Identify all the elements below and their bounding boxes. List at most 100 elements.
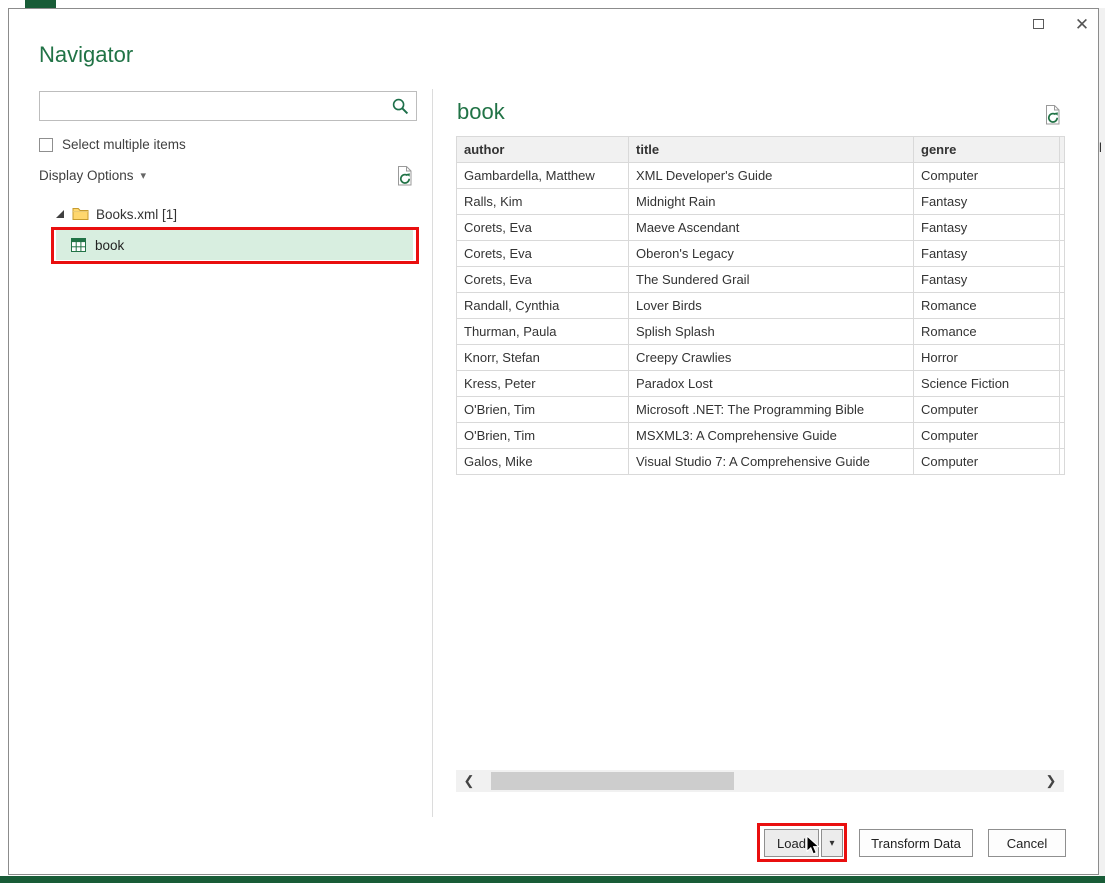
clipped-background-text: l <box>1099 140 1102 155</box>
table-cell: Thurman, Paula <box>456 318 629 345</box>
table-cell-clipped <box>1059 266 1065 293</box>
table-cell: Fantasy <box>913 214 1060 241</box>
select-multiple-label: Select multiple items <box>62 137 186 152</box>
table-cell: Visual Studio 7: A Comprehensive Guide <box>628 448 914 475</box>
expand-triangle-icon[interactable] <box>55 209 65 219</box>
tree-item-book[interactable]: book <box>56 230 413 260</box>
table-cell-clipped <box>1059 162 1065 189</box>
table-cell: Splish Splash <box>628 318 914 345</box>
table-cell: Corets, Eva <box>456 214 629 241</box>
preview-table-body: Gambardella, Matthew XML Developer's Guid… <box>456 162 1065 475</box>
select-multiple-row[interactable]: Select multiple items <box>39 137 186 152</box>
table-cell: Paradox Lost <box>628 370 914 397</box>
table-cell: Fantasy <box>913 266 1060 293</box>
table-cell: Romance <box>913 292 1060 319</box>
preview-title: book <box>457 99 505 124</box>
chevron-down-icon: ▾ <box>829 837 835 849</box>
table-row: Corets, Eva Oberon's Legacy Fantasy <box>456 240 1065 267</box>
table-cell: Ralls, Kim <box>456 188 629 215</box>
table-cell: Maeve Ascendant <box>628 214 914 241</box>
table-row: O'Brien, Tim MSXML3: A Comprehensive Guid… <box>456 422 1065 449</box>
table-cell: Midnight Rain <box>628 188 914 215</box>
table-row: Thurman, Paula Splish Splash Romance <box>456 318 1065 345</box>
preview-table: author title genre Gambardella, Matthew XML… <box>456 136 1065 475</box>
horizontal-scrollbar[interactable]: ❮ ❯ <box>456 770 1064 792</box>
table-cell-clipped <box>1059 422 1065 449</box>
table-row: O'Brien, Tim Microsoft .NET: The Programm… <box>456 396 1065 423</box>
table-cell: Fantasy <box>913 188 1060 215</box>
table-row: Ralls, Kim Midnight Rain Fantasy <box>456 188 1065 215</box>
table-cell-clipped <box>1059 344 1065 371</box>
preview-refresh-icon[interactable] <box>1043 104 1063 126</box>
table-cell: Corets, Eva <box>456 240 629 267</box>
table-row: Kress, Peter Paradox Lost Science Fiction <box>456 370 1065 397</box>
load-button[interactable]: Load <box>764 829 819 857</box>
close-button[interactable]: ✕ <box>1067 11 1097 37</box>
table-cell-clipped <box>1059 448 1065 475</box>
load-dropdown-button[interactable]: ▾ <box>821 829 843 857</box>
maximize-button[interactable] <box>1023 11 1053 37</box>
table-cell: The Sundered Grail <box>628 266 914 293</box>
transform-data-button[interactable]: Transform Data <box>859 829 973 857</box>
table-cell: O'Brien, Tim <box>456 422 629 449</box>
column-header: title <box>628 136 914 163</box>
tree-node-books-xml[interactable]: Books.xml [1] <box>55 203 177 225</box>
column-header-clipped <box>1059 136 1065 163</box>
table-cell: Microsoft .NET: The Programming Bible <box>628 396 914 423</box>
table-cell: Science Fiction <box>913 370 1060 397</box>
scrollbar-thumb[interactable] <box>491 772 734 790</box>
display-options-dropdown[interactable]: Display Options ▾ <box>39 168 146 183</box>
table-cell: Computer <box>913 422 1060 449</box>
search-box[interactable] <box>39 91 417 121</box>
table-cell: Computer <box>913 448 1060 475</box>
table-cell: Galos, Mike <box>456 448 629 475</box>
table-cell: Kress, Peter <box>456 370 629 397</box>
table-cell-clipped <box>1059 292 1065 319</box>
column-header: genre <box>913 136 1060 163</box>
table-cell-clipped <box>1059 240 1065 267</box>
table-cell: MSXML3: A Comprehensive Guide <box>628 422 914 449</box>
table-cell: Knorr, Stefan <box>456 344 629 371</box>
excel-statusbar-sliver <box>0 876 1105 883</box>
select-multiple-checkbox[interactable] <box>39 137 53 152</box>
cancel-button[interactable]: Cancel <box>988 829 1066 857</box>
search-input[interactable] <box>40 92 416 120</box>
tree-node-label: Books.xml [1] <box>96 206 178 222</box>
table-header-row: author title genre <box>456 136 1065 163</box>
table-cell: Gambardella, Matthew <box>456 162 629 189</box>
table-cell-clipped <box>1059 214 1065 241</box>
table-cell: Computer <box>913 162 1060 189</box>
table-cell: Oberon's Legacy <box>628 240 914 267</box>
tree-item-label: book <box>95 237 125 253</box>
table-cell-clipped <box>1059 188 1065 215</box>
table-cell: Romance <box>913 318 1060 345</box>
search-icon[interactable] <box>392 98 409 115</box>
scroll-right-arrow-icon[interactable]: ❯ <box>1038 770 1064 792</box>
refresh-icon[interactable] <box>395 165 415 187</box>
table-cell: O'Brien, Tim <box>456 396 629 423</box>
column-header: author <box>456 136 629 163</box>
table-cell-clipped <box>1059 370 1065 397</box>
table-cell: Creepy Crawlies <box>628 344 914 371</box>
table-row: Randall, Cynthia Lover Birds Romance <box>456 292 1065 319</box>
table-cell: Horror <box>913 344 1060 371</box>
dialog-title: Navigator <box>39 42 134 67</box>
panel-divider <box>432 89 433 817</box>
table-cell: XML Developer's Guide <box>628 162 914 189</box>
table-row: Galos, Mike Visual Studio 7: A Comprehens… <box>456 448 1065 475</box>
folder-icon <box>72 208 89 220</box>
table-row: Gambardella, Matthew XML Developer's Guid… <box>456 162 1065 189</box>
close-icon: ✕ <box>1074 14 1090 34</box>
display-options-label: Display Options <box>39 168 134 183</box>
table-icon <box>71 238 86 252</box>
table-cell: Computer <box>913 396 1060 423</box>
table-row: Knorr, Stefan Creepy Crawlies Horror <box>456 344 1065 371</box>
scroll-left-arrow-icon[interactable]: ❮ <box>456 770 482 792</box>
navigator-dialog: ✕ Navigator Select multiple items Displa… <box>8 8 1099 875</box>
table-cell: Randall, Cynthia <box>456 292 629 319</box>
chevron-down-icon: ▾ <box>140 170 147 182</box>
table-cell-clipped <box>1059 396 1065 423</box>
table-cell: Corets, Eva <box>456 266 629 293</box>
excel-window-right-sliver: l <box>1099 8 1105 876</box>
table-row: Corets, Eva The Sundered Grail Fantasy <box>456 266 1065 293</box>
